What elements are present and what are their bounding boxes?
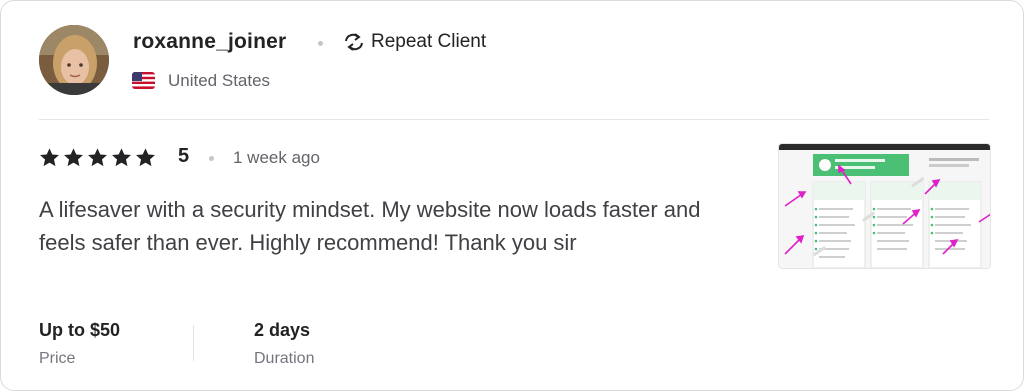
reviewer-username[interactable]: roxanne_joiner [133,30,286,54]
repeat-icon [343,32,365,52]
review-attachment-thumbnail[interactable] [778,143,991,269]
reviewer-country: United States [168,71,271,90]
price-value: Up to $50 [39,320,121,340]
star-icon [40,148,59,167]
separator-dot [209,156,214,161]
duration-value: 2 days [254,320,311,340]
review-time: 1 week ago [233,148,320,167]
price-label: Price [39,350,76,367]
rating-value: 5 [178,145,190,167]
review-card: roxanne_joiner Repeat Client United Stat… [0,0,1024,391]
stat-divider [193,325,194,361]
review-text: A lifesaver with a security mindset. My … [39,197,701,255]
star-rating [39,147,156,168]
repeat-client-badge: Repeat Client [343,31,486,53]
duration-label: Duration [254,350,315,367]
star-icon [88,148,107,167]
divider [39,119,989,120]
star-icon [64,148,83,167]
star-icon [136,148,155,167]
us-flag-icon [132,72,155,89]
repeat-client-label: Repeat Client [371,31,487,52]
separator-dot [318,41,323,46]
avatar[interactable] [39,25,109,95]
star-icon [112,148,131,167]
